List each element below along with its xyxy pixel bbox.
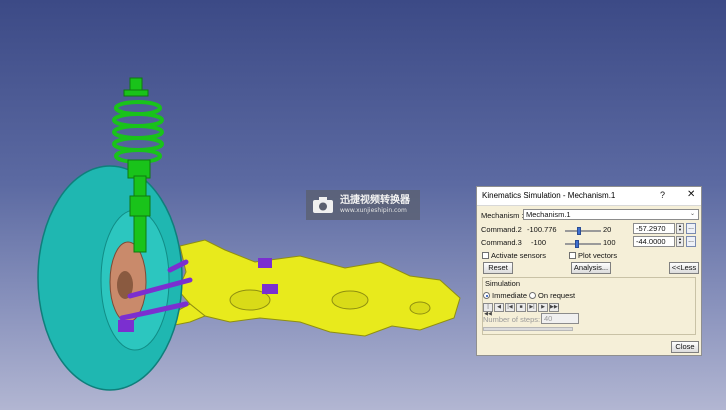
command-3-more-button[interactable]: ... <box>686 236 696 247</box>
reset-button[interactable]: Reset <box>483 262 513 274</box>
mechanism-label: Mechanism : <box>481 211 524 220</box>
dialog-titlebar[interactable]: Kinematics Simulation - Mechanism.1 ? ✕ <box>477 187 701 206</box>
steps-label: Number of steps: <box>483 315 541 324</box>
close-button[interactable]: Close <box>671 341 699 353</box>
help-button[interactable]: ? <box>660 190 665 200</box>
step-forward-button[interactable]: ▶ <box>538 303 548 312</box>
immediate-radio[interactable] <box>483 292 490 299</box>
command-3-max: 100 <box>603 238 616 247</box>
steps-value: 40 <box>544 314 553 323</box>
command-3-value-field[interactable]: -44.0000 <box>633 236 675 247</box>
steps-select[interactable]: 40 <box>541 313 579 324</box>
command-3-value: -44.0000 <box>636 237 666 246</box>
command-2-spinner[interactable]: ▲ ▼ <box>676 223 684 234</box>
watermark-title: 迅捷视频转换器 <box>340 195 410 206</box>
mechanism-value: Mechanism.1 <box>526 210 571 219</box>
analysis-button[interactable]: Analysis... <box>571 262 611 274</box>
jump-start-button[interactable]: |◀◀ <box>483 303 493 317</box>
command-2-min: -100.776 <box>527 225 557 234</box>
command-3-slider-thumb[interactable] <box>574 240 579 248</box>
on-request-radio[interactable] <box>529 292 536 299</box>
command-2-more-button[interactable]: ... <box>686 223 696 234</box>
jump-end-button[interactable]: ▶▶| <box>549 303 559 312</box>
command-2-max: 20 <box>603 225 612 234</box>
plot-vectors-label: Plot vectors <box>578 251 618 260</box>
dialog-title: Kinematics Simulation - Mechanism.1 <box>482 191 616 200</box>
command-2-value: -57.2970 <box>636 224 666 233</box>
immediate-label: Immediate <box>492 291 528 300</box>
watermark: 迅捷视频转换器 www.xunjieshipin.com <box>306 190 420 220</box>
command-3-slider[interactable] <box>565 243 601 245</box>
play-forward-button[interactable]: ▶| <box>527 303 537 312</box>
command-3-label: Command.3 <box>481 238 522 247</box>
play-back-button[interactable]: |◀ <box>505 303 515 312</box>
chevron-down-icon: ⌄ <box>690 211 696 217</box>
plot-vectors-checkbox[interactable] <box>569 252 576 259</box>
kinematics-simulation-dialog: Kinematics Simulation - Mechanism.1 ? ✕ … <box>476 186 702 356</box>
command-2-slider[interactable] <box>565 230 601 232</box>
simulation-progress-bar <box>483 327 573 331</box>
command-3-min: -100 <box>531 238 547 247</box>
camera-icon <box>313 197 333 213</box>
command-2-slider-thumb[interactable] <box>577 227 582 235</box>
activate-sensors-label: Activate sensors <box>491 251 547 260</box>
tire <box>37 165 183 391</box>
activate-sensors-checkbox[interactable] <box>482 252 489 259</box>
command-3-spinner[interactable]: ▲ ▼ <box>676 236 684 247</box>
subframe <box>163 239 461 337</box>
close-icon[interactable]: ✕ <box>687 189 695 200</box>
watermark-url: www.xunjieshipin.com <box>340 207 407 214</box>
mechanism-select[interactable]: Mechanism.1 ⌄ <box>523 209 699 220</box>
command-2-label: Command.2 <box>481 225 522 234</box>
on-request-label: On request <box>538 291 576 300</box>
command-2-value-field[interactable]: -57.2970 <box>633 223 675 234</box>
pause-button[interactable]: ■ <box>516 303 526 312</box>
simulation-title: Simulation <box>485 279 521 288</box>
less-button[interactable]: <<Less <box>669 262 699 274</box>
step-back-button[interactable]: ◀ <box>494 303 504 312</box>
